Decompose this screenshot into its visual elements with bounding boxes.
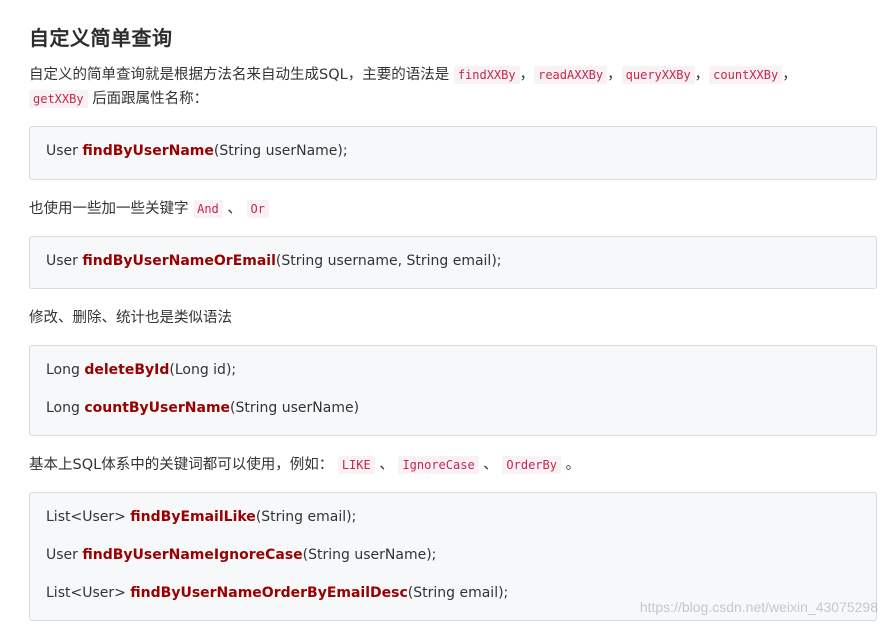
return-type: User (46, 547, 83, 563)
separator: 、 (483, 457, 498, 473)
method-args: (String email); (407, 585, 509, 601)
para-text: 修改、删除、统计也是类似语法 (29, 310, 232, 326)
keywords-paragraph: 也使用一些加一些关键字 And 、 Or (29, 197, 269, 221)
inline-code: And (193, 200, 223, 218)
code-block: Long deleteById(Long id); Long countByUs… (29, 345, 877, 436)
code-block: User findByUserName(String userName); (29, 126, 877, 180)
return-type: List<User> (46, 585, 131, 601)
inline-code: LIKE (337, 456, 375, 474)
separator: ， (607, 67, 622, 83)
method-name: findByUserNameOrEmail (82, 253, 276, 269)
method-name: deleteById (84, 362, 170, 378)
method-name: findByEmailLike (130, 509, 256, 525)
return-type: Long (46, 362, 85, 378)
inline-code: OrderBy (502, 456, 561, 474)
intro-text: 自定义的简单查询就是根据方法名来自动生成SQL，主要的语法是 (29, 67, 450, 83)
inline-code: countXXBy (709, 66, 783, 84)
section-title: 自定义简单查询 (29, 26, 173, 50)
intro-paragraph: 自定义的简单查询就是根据方法名来自动生成SQL，主要的语法是 findXXBy，… (29, 63, 859, 111)
code-line: List<User> findByEmailLike(String email)… (46, 509, 356, 525)
code-line: User findByUserNameIgnoreCase(String use… (46, 547, 436, 563)
para-text: 基本上SQL体系中的关键词都可以使用，例如： (29, 457, 334, 473)
method-args: (Long id); (169, 362, 237, 378)
similar-syntax-paragraph: 修改、删除、统计也是类似语法 (29, 306, 232, 330)
inline-code: getXXBy (29, 90, 88, 108)
return-type: Long (46, 400, 85, 416)
separator: 、 (227, 201, 242, 217)
method-name: findByUserNameIgnoreCase (82, 547, 303, 563)
separator: ， (694, 67, 710, 83)
separator: ， (519, 67, 535, 83)
sql-keywords-paragraph: 基本上SQL体系中的关键词都可以使用，例如： LIKE 、 IgnoreCase… (29, 453, 580, 477)
separator: 、 (379, 457, 394, 473)
method-args: (String username, String email); (275, 253, 502, 269)
method-name: findByUserNameOrderByEmailDesc (130, 585, 408, 601)
para-text: 也使用一些加一些关键字 (29, 201, 189, 217)
method-args: (String email); (255, 509, 357, 525)
return-type: User (46, 143, 83, 159)
watermark: https://blog.csdn.net/weixin_43075298 (639, 599, 878, 615)
code-block: User findByUserNameOrEmail(String userna… (29, 236, 877, 289)
method-name: countByUserName (84, 400, 231, 416)
inline-code: readAXXBy (534, 66, 608, 84)
return-type: List<User> (46, 509, 131, 525)
inline-code: findXXBy (453, 66, 520, 84)
code-line: Long deleteById(Long id); (46, 362, 236, 378)
return-type: User (46, 253, 83, 269)
method-args: (String userName); (302, 547, 437, 563)
inline-code: Or (246, 200, 269, 218)
code-line: User findByUserName(String userName); (46, 143, 348, 159)
separator: ， (782, 67, 797, 83)
period: 。 (565, 457, 581, 473)
code-line: User findByUserNameOrEmail(String userna… (46, 253, 502, 269)
code-line: Long countByUserName(String userName) (46, 400, 359, 416)
method-args: (String userName) (230, 400, 360, 416)
inline-code: IgnoreCase (398, 456, 479, 474)
method-name: findByUserName (82, 143, 214, 159)
inline-code: queryXXBy (621, 66, 695, 84)
method-args: (String userName); (213, 143, 348, 159)
intro-text-2: 后面跟属性名称： (92, 91, 209, 107)
code-line: List<User> findByUserNameOrderByEmailDes… (46, 585, 508, 601)
